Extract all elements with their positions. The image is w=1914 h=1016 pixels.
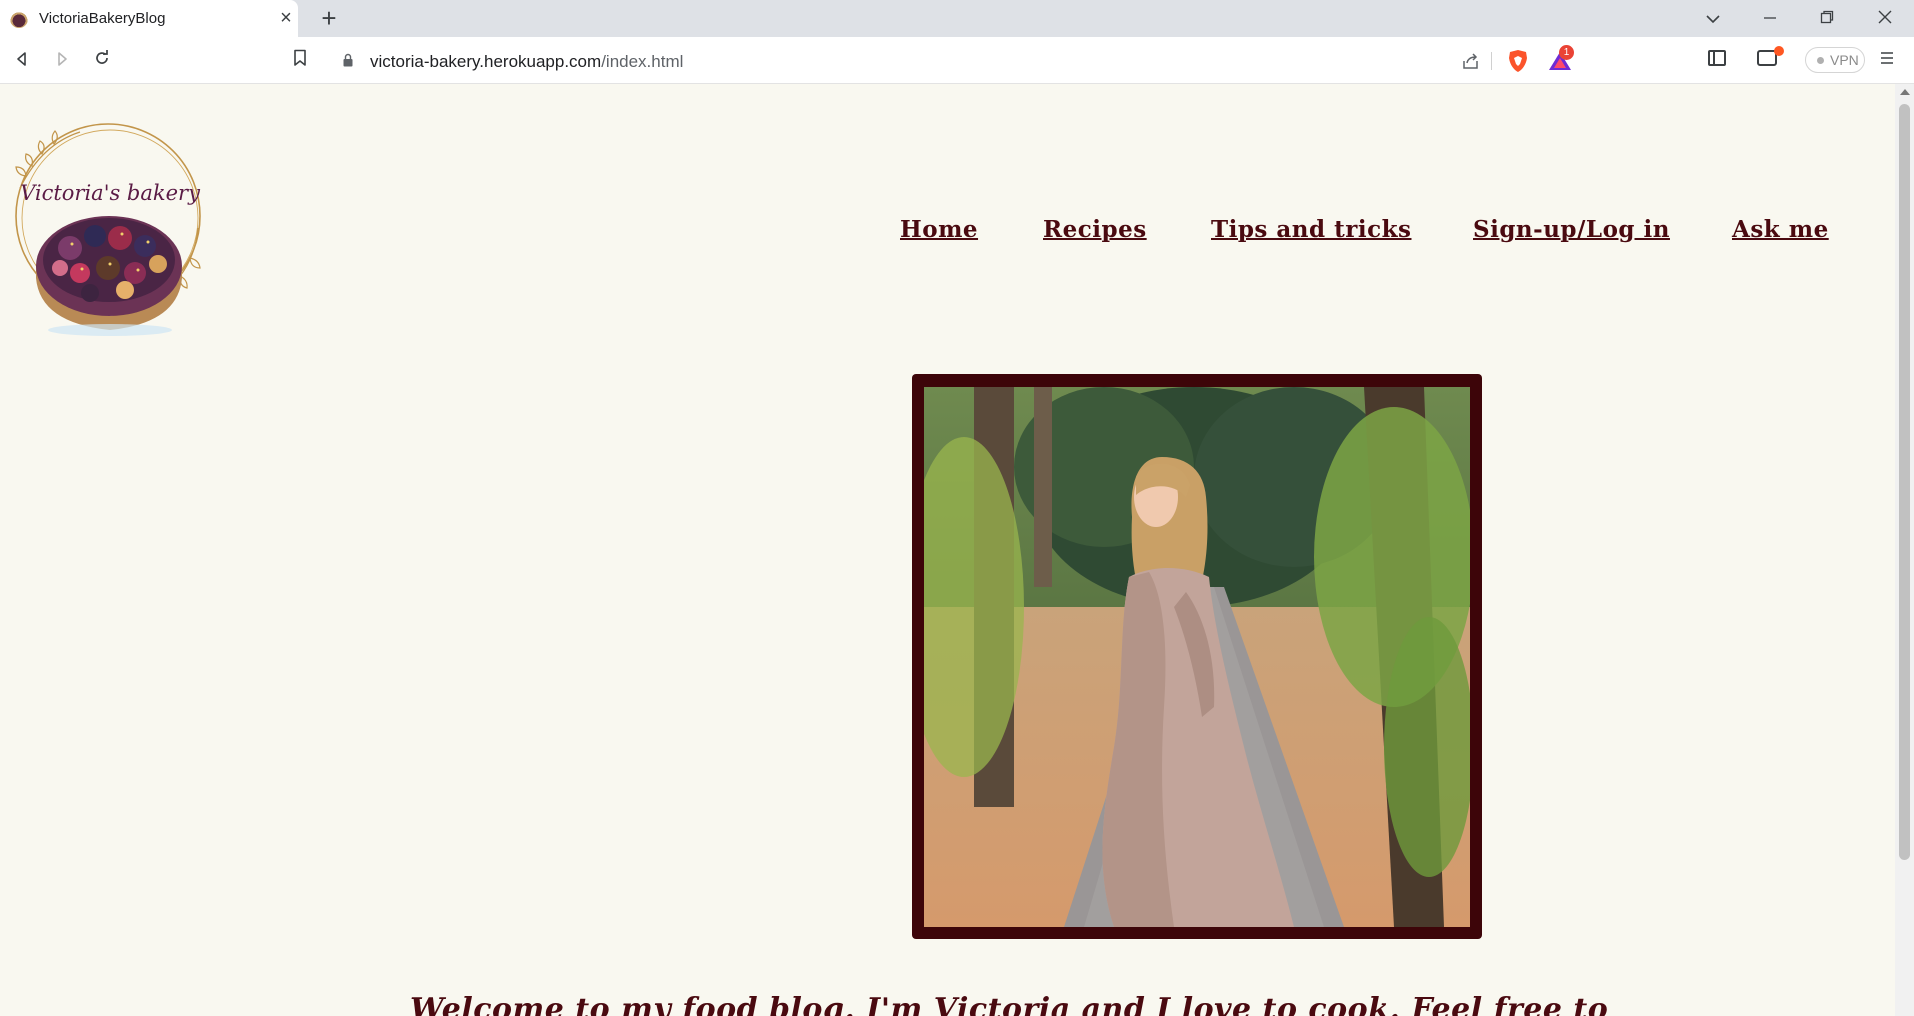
url-text: victoria-bakery.herokuapp.com/index.html [370,52,683,72]
tab-search-chevron-icon[interactable] [1700,6,1726,30]
welcome-text: Welcome to my food blog. I'm Victoria an… [410,992,1609,1016]
tab-title: VictoriaBakeryBlog [39,10,166,27]
url-host: victoria-bakery.herokuapp.com [370,52,602,71]
web-page: Victoria's bakery Home Recipes Tips and … [0,84,1895,1016]
scroll-thumb[interactable] [1899,104,1910,860]
nav-recipes-link[interactable]: Recipes [1043,216,1147,243]
page-scrollbar[interactable] [1895,84,1914,1016]
share-icon[interactable] [1461,52,1481,70]
vpn-button[interactable]: VPN [1805,47,1865,73]
browser-toolbar: victoria-bakery.herokuapp.com/index.html… [0,37,1914,84]
browser-tab[interactable]: VictoriaBakeryBlog × [0,0,298,37]
bakery-logo[interactable]: Victoria's bakery [10,118,210,343]
hero-photo-frame [912,374,1482,939]
omnibox-divider [1491,52,1492,70]
minimize-window-button[interactable] [1757,6,1783,30]
lock-icon [343,53,353,67]
brave-shields-icon[interactable] [1507,49,1529,73]
back-arrow-icon[interactable] [10,49,34,73]
scroll-up-arrow-icon[interactable] [1900,89,1910,95]
hero-photo [924,387,1470,927]
nav-tips-link[interactable]: Tips and tricks [1211,216,1411,243]
address-bar[interactable]: victoria-bakery.herokuapp.com/index.html… [327,43,1581,78]
nav-ask-me-link[interactable]: Ask me [1732,216,1829,243]
restore-window-button[interactable] [1814,6,1840,30]
close-window-button[interactable] [1872,6,1898,30]
new-tab-button[interactable]: + [316,5,342,31]
reload-icon[interactable] [90,49,114,73]
nav-signup-login-link[interactable]: Sign-up/Log in [1473,216,1670,243]
url-path: /index.html [601,52,684,71]
nav-home-link[interactable]: Home [900,216,978,243]
forward-arrow-icon[interactable] [50,49,74,73]
svg-text:Victoria's bakery: Victoria's bakery [20,181,201,205]
sidebar-icon[interactable] [1708,50,1726,66]
menu-icon[interactable] [1877,49,1897,71]
tab-strip: VictoriaBakeryBlog × + [0,0,1914,37]
close-tab-icon[interactable]: × [276,7,296,29]
site-favicon-icon [10,10,28,28]
wallet-notification-dot [1774,46,1784,56]
bookmark-icon[interactable] [288,49,312,73]
rewards-badge: 1 [1559,45,1574,60]
